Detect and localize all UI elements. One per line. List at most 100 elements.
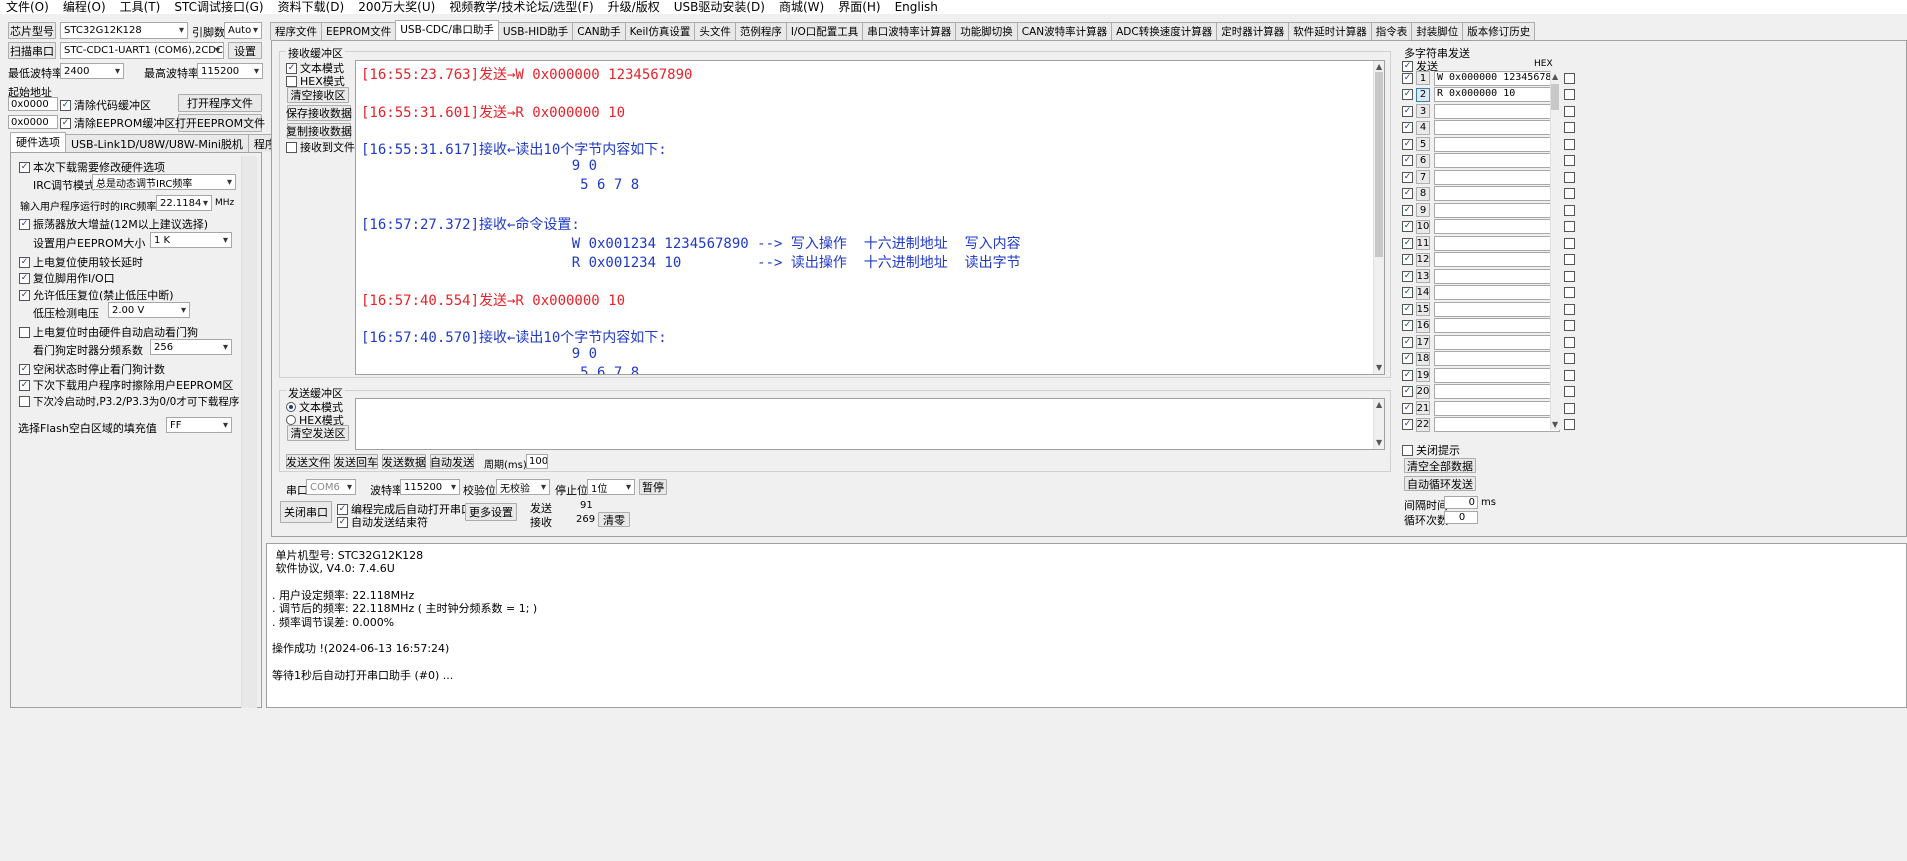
chip-type-select[interactable]: STC32G12K128 xyxy=(60,22,188,39)
check-icon[interactable]: ✓ xyxy=(1402,188,1413,199)
check-icon[interactable]: ✓ xyxy=(1402,402,1413,414)
check-icon[interactable]: ✓ xyxy=(1402,204,1413,216)
multi-send-input[interactable] xyxy=(1434,169,1560,185)
menu-item[interactable]: 资料下载(D) xyxy=(278,0,345,14)
fill-value-select[interactable]: FF xyxy=(166,417,232,433)
tab-main[interactable]: 串口波特率计算器 xyxy=(862,22,957,40)
menu-item[interactable]: 商城(W) xyxy=(779,0,824,14)
clear-all-data-button[interactable]: 清空全部数据 xyxy=(1404,458,1476,473)
multi-send-number-button[interactable]: 10 xyxy=(1416,219,1430,234)
multi-send-input[interactable] xyxy=(1434,417,1560,432)
hex-checkbox-icon[interactable] xyxy=(1564,419,1575,430)
hex-checkbox-icon[interactable] xyxy=(1564,237,1575,249)
code-address-input[interactable]: 0x0000 xyxy=(8,97,58,111)
multi-send-input[interactable] xyxy=(1434,219,1560,234)
multi-send-input[interactable] xyxy=(1434,136,1560,152)
check-icon[interactable]: ✓ xyxy=(1402,105,1413,117)
multi-send-input[interactable] xyxy=(1434,367,1560,383)
receive-to-file-checkbox[interactable]: 接收到文件 xyxy=(286,139,355,155)
multi-send-input[interactable] xyxy=(1434,384,1560,399)
check-icon[interactable]: ✓ xyxy=(1402,336,1413,348)
scan-port-button[interactable]: 扫描串口 xyxy=(8,42,56,59)
multi-send-number-button[interactable]: 4 xyxy=(1416,120,1430,135)
hex-checkbox-icon[interactable] xyxy=(1564,320,1575,331)
more-settings-button[interactable]: 更多设置 xyxy=(465,503,517,521)
eeprom-size-select[interactable]: 1 K xyxy=(150,232,232,248)
irc-mode-select[interactable]: 总是动态调节IRC频率 xyxy=(92,174,236,190)
menu-item[interactable]: 200万大奖(U) xyxy=(358,0,435,14)
port-select[interactable]: STC-CDC1-UART1 (COM6),2CDC+HID xyxy=(60,42,224,59)
pin-count-select[interactable]: Auto xyxy=(224,22,262,39)
send-scroll-down-icon[interactable]: ▼ xyxy=(1376,438,1382,447)
erase-eeprom-checkbox[interactable]: ✓ 下次下载用户程序时擦除用户EEPROM区 xyxy=(19,377,233,393)
multi-send-number-button[interactable]: 19 xyxy=(1416,368,1430,382)
left-scrollbar[interactable] xyxy=(241,156,257,708)
multi-send-number-button[interactable]: 8 xyxy=(1416,186,1430,201)
check-icon[interactable]: ✓ xyxy=(1402,171,1413,183)
menu-item[interactable]: 编程(O) xyxy=(63,0,106,14)
check-icon[interactable]: ✓ xyxy=(1402,138,1413,150)
loop-count-input[interactable]: 0 xyxy=(1444,511,1478,524)
menu-item[interactable]: 升级/版权 xyxy=(608,0,660,14)
send-textarea[interactable] xyxy=(355,398,1385,450)
tab-hardware-options[interactable]: 硬件选项 xyxy=(10,132,66,152)
tab-main[interactable]: 封装脚位 xyxy=(1411,22,1464,40)
check-icon[interactable]: ✓ xyxy=(1402,419,1413,430)
tab-main[interactable]: CAN波特率计算器 xyxy=(1016,22,1113,40)
multi-send-number-button[interactable]: 16 xyxy=(1416,318,1430,333)
multi-send-input[interactable] xyxy=(1434,235,1560,251)
hex-checkbox-icon[interactable] xyxy=(1564,369,1575,381)
multi-send-input[interactable] xyxy=(1434,268,1560,284)
check-icon[interactable]: ✓ xyxy=(1402,254,1413,265)
stop-bits-select[interactable]: 1位 xyxy=(587,479,635,495)
multi-send-number-button[interactable]: 2 xyxy=(1416,87,1430,102)
multi-send-input[interactable]: W 0x000000 1234567890 xyxy=(1434,70,1560,86)
check-icon[interactable]: ✓ xyxy=(1402,122,1413,133)
hex-checkbox-icon[interactable] xyxy=(1564,270,1575,282)
multi-send-number-button[interactable]: 5 xyxy=(1416,137,1430,151)
hex-checkbox-icon[interactable] xyxy=(1564,72,1575,84)
multi-send-number-button[interactable]: 11 xyxy=(1416,236,1430,250)
check-icon[interactable]: ✓ xyxy=(1402,72,1413,84)
output-log[interactable]: 单片机型号: STC32G12K128 软件协议, V4.0: 7.4.6U. … xyxy=(266,543,1907,708)
multi-send-number-button[interactable]: 18 xyxy=(1416,351,1430,366)
wdt-idle-checkbox[interactable]: ✓ 空闲状态时停止看门狗计数 xyxy=(19,361,165,377)
send-data-button[interactable]: 发送数据 xyxy=(382,454,426,469)
check-icon[interactable]: ✓ xyxy=(1402,303,1413,315)
tab-main[interactable]: ADC转换速度计算器 xyxy=(1111,22,1218,40)
chip-type-button[interactable]: 芯片型号 xyxy=(8,22,56,39)
volt-select[interactable]: 2.00 V xyxy=(108,302,190,318)
multi-scrollbar[interactable] xyxy=(1550,70,1561,430)
hex-checkbox-icon[interactable] xyxy=(1564,155,1575,166)
wdt-auto-checkbox[interactable]: 上电复位时由硬件自动启动看门狗 xyxy=(19,324,198,340)
hex-checkbox-icon[interactable] xyxy=(1564,122,1575,133)
multi-send-number-button[interactable]: 14 xyxy=(1416,285,1430,300)
multi-send-number-button[interactable]: 6 xyxy=(1416,153,1430,168)
hex-checkbox-icon[interactable] xyxy=(1564,89,1575,100)
hex-checkbox-icon[interactable] xyxy=(1564,287,1575,298)
multi-send-input[interactable] xyxy=(1434,103,1560,119)
menu-item[interactable]: STC调试接口(G) xyxy=(174,0,263,14)
menu-item[interactable]: 工具(T) xyxy=(120,0,161,14)
port-com-select[interactable]: COM6 xyxy=(306,479,356,495)
send-scroll-up-icon[interactable]: ▲ xyxy=(1376,400,1382,409)
hex-checkbox-icon[interactable] xyxy=(1564,105,1575,117)
hex-checkbox-icon[interactable] xyxy=(1564,138,1575,150)
hex-checkbox-icon[interactable] xyxy=(1564,303,1575,315)
open-eeprom-button[interactable]: 打开EEPROM文件 xyxy=(175,114,265,132)
long-reset-checkbox[interactable]: ✓ 上电复位使用较长延时 xyxy=(19,254,143,270)
copy-receive-button[interactable]: 复制接收数据 xyxy=(286,123,352,139)
multi-send-input[interactable] xyxy=(1434,285,1560,300)
auto-end-checkbox[interactable]: ✓ 自动发送结束符 xyxy=(337,514,428,530)
multi-send-number-button[interactable]: 1 xyxy=(1416,71,1430,85)
multi-send-number-button[interactable]: 12 xyxy=(1416,252,1430,267)
baud-select[interactable]: 115200 xyxy=(400,479,460,495)
multi-send-input[interactable] xyxy=(1434,400,1560,416)
hex-checkbox-icon[interactable] xyxy=(1564,336,1575,348)
close-tip-checkbox[interactable]: 关闭提示 xyxy=(1402,442,1460,458)
multi-send-number-button[interactable]: 20 xyxy=(1416,384,1430,399)
max-baud-select[interactable]: 115200 xyxy=(197,63,263,79)
multi-send-input[interactable] xyxy=(1434,351,1560,366)
multi-send-input[interactable] xyxy=(1434,120,1560,135)
tab-main[interactable]: 功能脚切换 xyxy=(955,22,1018,40)
